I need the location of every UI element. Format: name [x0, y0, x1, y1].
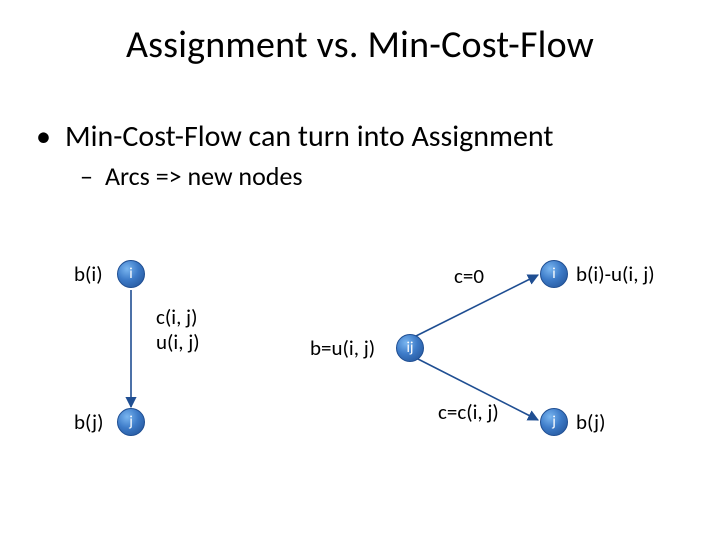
label-uij: u(i, j) — [156, 330, 200, 354]
label-bj-right: b(j) — [576, 410, 605, 434]
label-cij: c(i, j) — [156, 305, 197, 329]
label-bi-uij: b(i)-u(i, j) — [576, 262, 655, 286]
label-bj: b(j) — [74, 410, 103, 434]
slide-title: Assignment vs. Min-Cost-Flow — [0, 0, 720, 68]
label-b-uij: b=u(i, j) — [310, 336, 375, 360]
label-c0: c=0 — [454, 264, 484, 288]
arrows-layer — [0, 250, 720, 510]
node-ij: ij — [396, 334, 424, 362]
node-i: i — [117, 260, 145, 288]
bullet-sub: Arcs => new nodes — [80, 160, 303, 192]
diagram-stage: i b(i) j b(j) c(i, j) u(i, j) i b(i)-u(i… — [0, 250, 720, 510]
label-bi: b(i) — [74, 262, 103, 286]
bullet-main: Min-Cost-Flow can turn into Assignment — [36, 118, 553, 155]
label-ccij: c=c(i, j) — [438, 400, 499, 424]
node-j: j — [117, 408, 145, 436]
node-j-right: j — [540, 408, 568, 436]
node-i-right: i — [540, 260, 568, 288]
